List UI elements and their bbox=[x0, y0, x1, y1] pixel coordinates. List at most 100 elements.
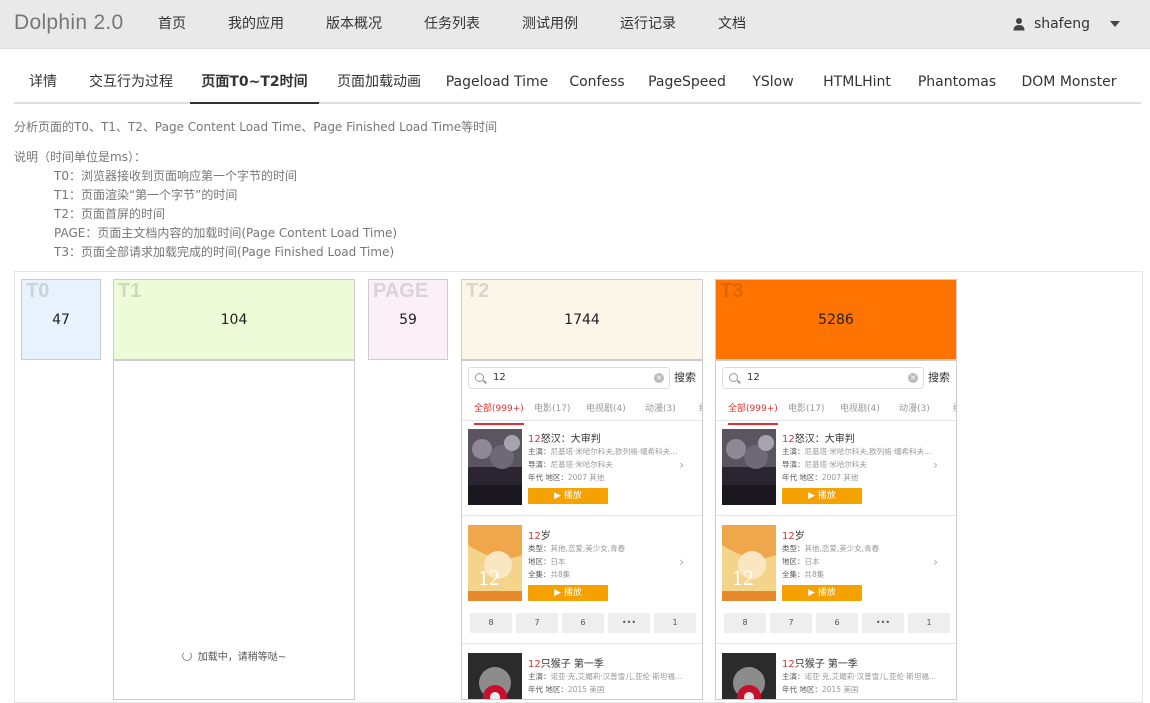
nav-run-records[interactable]: 运行记录 bbox=[620, 0, 676, 48]
t3-screenshot: 12 × 搜索 全部(999+) 电影(17) 电视剧(4) 动漫(3) 综 1… bbox=[715, 360, 957, 700]
chevron-right-icon: › bbox=[933, 555, 938, 569]
result-meta: 年代 地区：2015 美国 bbox=[528, 685, 605, 694]
nav-my-apps[interactable]: 我的应用 bbox=[228, 0, 284, 48]
preview-filter-all: 全部(999+) bbox=[474, 401, 524, 425]
tab-details[interactable]: 详情 bbox=[20, 60, 66, 102]
episode-button: 6 bbox=[816, 613, 858, 633]
preview-search-bar: 12 × bbox=[722, 367, 924, 389]
t0-card: T0 47 bbox=[21, 279, 101, 360]
note-t0: T0：浏览器接收到页面响应第一个字节的时间 bbox=[54, 169, 297, 183]
episode-button: 6 bbox=[562, 613, 604, 633]
brand-logo[interactable]: Dolphin 2.0 bbox=[14, 11, 124, 35]
preview-search-button: 搜索 bbox=[928, 371, 950, 384]
t2-card: T2 1744 bbox=[461, 279, 703, 360]
preview-search-value: 12 bbox=[747, 372, 760, 383]
tab-interaction-process[interactable]: 交互行为过程 bbox=[78, 60, 184, 102]
result-meta: 主演：诺亚·克,艾媚莉·汉普雪儿,亚伦·斯坦福... bbox=[782, 672, 937, 681]
preview-filter-all: 全部(999+) bbox=[728, 401, 778, 425]
t2-screenshot: 12 × 搜索 全部(999+) 电影(17) 电视剧(4) 动漫(3) 综 1… bbox=[461, 360, 703, 700]
result-title: 12岁 bbox=[528, 531, 551, 542]
note-t2: T2：页面首屏的时间 bbox=[54, 207, 165, 221]
t3-card: T3 5286 bbox=[715, 279, 957, 360]
episode-more-button: ••• bbox=[608, 613, 650, 633]
result-meta: 主演：尼基塔·米哈尔科夫,欧列格·缅希科夫... bbox=[782, 447, 932, 456]
play-button: ▶ 播放 bbox=[528, 488, 608, 504]
divider bbox=[462, 420, 702, 421]
t3-value: 5286 bbox=[818, 312, 854, 328]
result-meta: 导演：尼基塔·米哈尔科夫 bbox=[528, 460, 613, 469]
tab-htmlhint[interactable]: HTMLHint bbox=[814, 60, 900, 102]
divider bbox=[716, 643, 956, 644]
nav-home[interactable]: 首页 bbox=[158, 0, 186, 48]
result-title: 12只猴子 第一季 bbox=[528, 659, 604, 670]
result-title: 12岁 bbox=[782, 531, 805, 542]
result-meta: 年代 地区：2007 其他 bbox=[782, 473, 859, 482]
spinner-icon bbox=[181, 651, 192, 661]
result-meta: 类型：其他,恋爱,美少女,青春 bbox=[782, 544, 880, 553]
page-value: 59 bbox=[399, 312, 417, 328]
search-icon bbox=[729, 373, 738, 382]
note-t3: T3：页面全部请求加载完成的时间(Page Finished Load Time… bbox=[54, 245, 395, 259]
t3-label: T3 bbox=[720, 280, 744, 302]
episode-list: 8 7 6 ••• 1 bbox=[464, 613, 696, 633]
user-menu[interactable]: shafeng bbox=[1012, 0, 1120, 48]
preview-result-item: 12 12岁 类型：其他,恋爱,美少女,青春 地区：日本 全集：共8集 ▶ 播放… bbox=[468, 525, 694, 603]
result-meta: 导演：尼基塔·米哈尔科夫 bbox=[782, 460, 867, 469]
poster-image bbox=[468, 429, 522, 505]
top-navbar: Dolphin 2.0 首页 我的应用 版本概况 任务列表 测试用例 运行记录 … bbox=[0, 0, 1150, 49]
episode-button: 1 bbox=[908, 613, 950, 633]
nav-task-list[interactable]: 任务列表 bbox=[424, 0, 480, 48]
analysis-tabs: 详情 交互行为过程 页面T0~T2时间 页面加载动画 Pageload Time… bbox=[14, 60, 1141, 104]
poster-image bbox=[722, 429, 776, 505]
result-meta: 主演：诺亚·克,艾媚莉·汉普雪儿,亚伦·斯坦福... bbox=[528, 672, 683, 681]
username: shafeng bbox=[1033, 16, 1090, 32]
nav-test-cases[interactable]: 测试用例 bbox=[522, 0, 578, 48]
result-meta: 地区：日本 bbox=[782, 557, 820, 566]
clear-icon: × bbox=[654, 373, 664, 383]
episode-button: 7 bbox=[770, 613, 812, 633]
divider bbox=[716, 420, 956, 421]
timing-summary: 分析页面的T0、T1、T2、Page Content Load Time、Pag… bbox=[14, 120, 498, 134]
tab-load-animation[interactable]: 页面加载动画 bbox=[324, 60, 434, 102]
loading-indicator: 加载中，请稍等哒~ bbox=[114, 648, 354, 663]
play-button: ▶ 播放 bbox=[782, 585, 862, 601]
preview-result-item: 12只猴子 第一季 主演：诺亚·克,艾媚莉·汉普雪儿,亚伦·斯坦福... 年代 … bbox=[468, 653, 694, 699]
episode-more-button: ••• bbox=[862, 613, 904, 633]
nav-version-overview[interactable]: 版本概况 bbox=[326, 0, 382, 48]
tab-pagespeed[interactable]: PageSpeed bbox=[644, 60, 730, 102]
note-page: PAGE：页面主文档内容的加载时间(Page Content Load Time… bbox=[54, 226, 398, 240]
result-meta: 全集：共8集 bbox=[782, 570, 825, 579]
t1-label: T1 bbox=[118, 280, 142, 302]
tab-pageload-time[interactable]: Pageload Time bbox=[442, 60, 552, 102]
episode-list: 8 7 6 ••• 1 bbox=[718, 613, 950, 633]
episode-button: 8 bbox=[470, 613, 512, 633]
result-meta: 地区：日本 bbox=[528, 557, 566, 566]
tab-phantomas[interactable]: Phantomas bbox=[912, 60, 1002, 102]
divider bbox=[462, 515, 702, 516]
tab-dom-monster[interactable]: DOM Monster bbox=[1016, 60, 1122, 102]
chevron-right-icon: › bbox=[933, 458, 938, 472]
nav-docs[interactable]: 文档 bbox=[718, 0, 746, 48]
result-meta: 年代 地区：2015 美国 bbox=[782, 685, 859, 694]
tab-yslow[interactable]: YSlow bbox=[744, 60, 802, 102]
tab-page-timing[interactable]: 页面T0~T2时间 bbox=[190, 60, 319, 104]
result-title: 12怒汉：大审判 bbox=[528, 434, 601, 445]
chevron-down-icon bbox=[1110, 21, 1120, 27]
svg-text:12: 12 bbox=[478, 565, 500, 590]
play-button: ▶ 播放 bbox=[782, 488, 862, 504]
chevron-right-icon: › bbox=[679, 555, 684, 569]
user-icon bbox=[1013, 18, 1025, 31]
result-meta: 主演：尼基塔·米哈尔科夫,欧列格·缅希科夫... bbox=[528, 447, 678, 456]
page-label: PAGE bbox=[373, 280, 429, 302]
t1-value: 104 bbox=[220, 312, 248, 328]
t2-label: T2 bbox=[466, 280, 490, 302]
episode-button: 8 bbox=[724, 613, 766, 633]
svg-text:12: 12 bbox=[732, 565, 754, 590]
preview-result-item: 12怒汉：大审判 主演：尼基塔·米哈尔科夫,欧列格·缅希科夫... 导演：尼基塔… bbox=[468, 428, 694, 506]
preview-search-value: 12 bbox=[493, 372, 506, 383]
tab-confess[interactable]: Confess bbox=[562, 60, 632, 102]
play-button: ▶ 播放 bbox=[528, 585, 608, 601]
poster-image bbox=[468, 653, 522, 699]
result-title: 12只猴子 第一季 bbox=[782, 659, 858, 670]
result-meta: 年代 地区：2007 其他 bbox=[528, 473, 605, 482]
